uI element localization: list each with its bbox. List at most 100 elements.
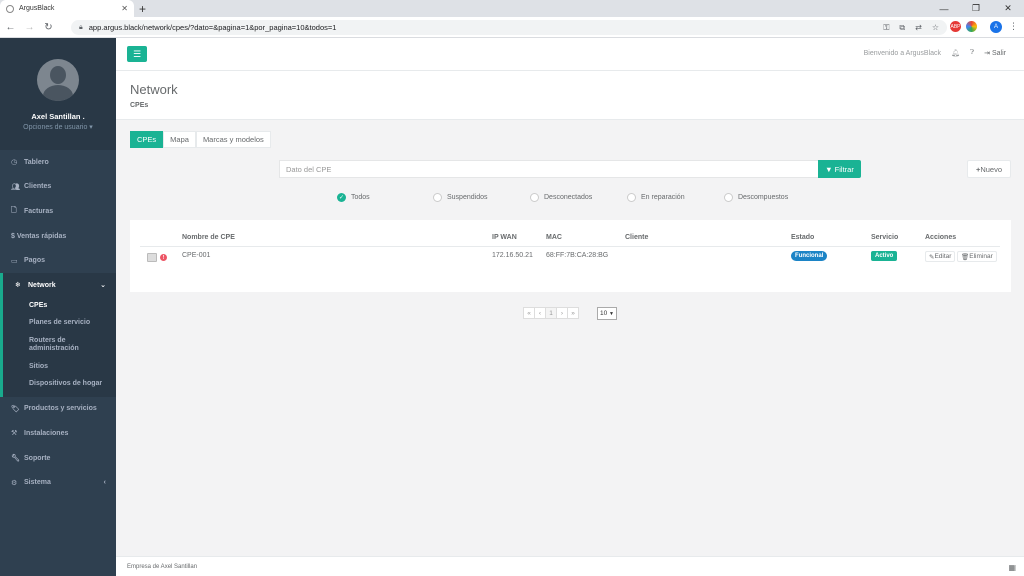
tab-mapa[interactable]: Mapa	[163, 131, 196, 148]
per-page-select[interactable]: 10 ▼	[597, 307, 617, 320]
sidebar-item-ventas-rapidas[interactable]: $ Ventas rápidas	[0, 224, 116, 249]
cpe-table: Nombre de CPE IP WAN MAC Cliente Estado …	[130, 220, 1011, 292]
sidebar-item-instalaciones[interactable]: ⚒ Instalaciones	[0, 421, 116, 446]
restore-icon[interactable]: ❐	[960, 0, 992, 17]
back-icon[interactable]: ←	[2, 22, 19, 33]
service-badge: Activo	[871, 251, 898, 261]
cell-cpe-name[interactable]: CPE-001	[182, 252, 210, 259]
logout-label: Salir	[991, 50, 1006, 57]
sidebar: Axel Santillan . Opciones de usuario ▾ ◷…	[0, 38, 116, 576]
welcome-text: Bienvenido a ArgusBlack	[863, 49, 942, 57]
footer: Empresa de Axel Santillan ▦	[116, 556, 1024, 576]
browser-menu-icon[interactable]: ⋮	[1009, 21, 1018, 32]
breadcrumb: CPEs	[130, 102, 149, 109]
sidebar-item-productos[interactable]: 🏷︎ Productos y servicios	[0, 397, 116, 422]
profile-avatar[interactable]: A	[990, 21, 1002, 33]
address-bar[interactable]: 🔒︎ app.argus.black/network/cpes/?dato=&p…	[71, 20, 947, 35]
status-badge: Funcional	[791, 251, 828, 261]
radio-label: Suspendidos	[447, 194, 488, 201]
column-header[interactable]: Cliente	[625, 234, 648, 241]
open-external-icon[interactable]: ⧉	[899, 23, 905, 33]
subnav-item-dispositivos[interactable]: Dispositivos de hogar	[3, 376, 116, 393]
calculator-icon[interactable]: ▦	[1008, 563, 1016, 572]
radio-label: En reparación	[641, 194, 685, 201]
dashboard-icon: ◷	[11, 159, 18, 167]
lock-icon: 🔒︎	[79, 23, 83, 31]
key-icon[interactable]: ⚿	[883, 23, 889, 33]
column-header[interactable]: IP WAN	[492, 234, 517, 241]
search-input[interactable]: Dato del CPE	[279, 160, 819, 178]
new-button-label: Nuevo	[980, 164, 1003, 174]
radio-todos[interactable]: ✓ Todos	[337, 193, 370, 202]
browser-tab[interactable]: ArgusBlack ✕	[0, 0, 134, 17]
hamburger-menu-button[interactable]: ☰	[127, 46, 147, 62]
sidebar-item-label: Soporte	[24, 454, 51, 462]
close-tab-icon[interactable]: ✕	[121, 4, 128, 13]
bookmark-star-icon[interactable]: ☆	[932, 23, 939, 33]
subnav-item-routers[interactable]: Routers de administración	[3, 332, 116, 359]
network-submenu: CPEs Planes de servicio Routers de admin…	[0, 297, 116, 397]
cell-mac: 68:FF:7B:CA:28:BG	[546, 252, 609, 259]
minimize-icon[interactable]: —	[928, 0, 960, 17]
alert-icon: !	[160, 254, 167, 261]
sidebar-item-network[interactable]: ❄ Network ⌄	[0, 272, 116, 298]
filter-button-label: Filtrar	[834, 164, 854, 174]
bell-icon[interactable]: 🔔︎	[951, 49, 960, 57]
reload-icon[interactable]: ↻	[40, 22, 57, 33]
extension-abp-icon[interactable]: ABP	[950, 21, 961, 32]
user-options-dropdown[interactable]: Opciones de usuario ▾	[0, 123, 116, 131]
caret-down-icon: ▼	[609, 310, 614, 317]
radio-en-reparacion[interactable]: En reparación	[627, 193, 685, 202]
column-header[interactable]: MAC	[546, 234, 562, 241]
radio-circle	[530, 193, 539, 202]
edit-button[interactable]: ✎ Editar	[925, 251, 956, 262]
pagination: « ‹ 1 › »	[523, 307, 579, 319]
chevron-down-icon: ⌄	[100, 282, 106, 290]
sidebar-item-tablero[interactable]: ◷ Tablero	[0, 150, 116, 175]
new-cpe-button[interactable]: + Nuevo	[967, 160, 1011, 178]
edit-label: Editar	[934, 253, 952, 260]
browser-toolbar: ← → ↻ 🔒︎ app.argus.black/network/cpes/?d…	[0, 17, 1024, 38]
table-divider	[140, 246, 1000, 247]
user-name: Axel Santillan .	[31, 112, 85, 121]
radio-desconectados[interactable]: Desconectados	[530, 193, 592, 202]
translate-icon[interactable]: ⇄	[915, 23, 922, 33]
close-window-icon[interactable]: ✕	[992, 0, 1024, 17]
sidebar-item-soporte[interactable]: 🔧︎ Soporte	[0, 446, 116, 471]
status-filter-radios: ✓ Todos Suspendidos Desconectados En repa…	[0, 193, 1024, 205]
page-heading: Network CPEs	[116, 71, 1024, 120]
tab-marcas-modelos[interactable]: Marcas y modelos	[195, 131, 271, 148]
new-tab-icon[interactable]: +	[139, 2, 146, 16]
subnav-item-sitios[interactable]: Sitios	[3, 359, 116, 376]
subnav-item-cpes[interactable]: CPEs	[3, 298, 116, 315]
favicon-icon	[6, 4, 14, 13]
footer-text: Empresa de Axel Santillan	[127, 564, 198, 570]
subnav-item-planes[interactable]: Planes de servicio	[3, 315, 116, 332]
radio-circle	[724, 193, 733, 202]
money-icon: ▭	[11, 257, 18, 265]
column-header[interactable]: Nombre de CPE	[182, 234, 235, 241]
tag-icon: 🏷︎	[11, 405, 20, 413]
sidebar-profile: Axel Santillan . Opciones de usuario ▾	[0, 38, 116, 150]
page-last-button[interactable]: »	[567, 307, 579, 319]
radio-suspendidos[interactable]: Suspendidos	[433, 193, 487, 202]
column-header[interactable]: Estado	[791, 234, 814, 241]
check-icon: ✓	[337, 193, 346, 202]
extension-color-icon[interactable]	[966, 21, 977, 32]
help-icon[interactable]: ❓︎	[970, 49, 974, 57]
sidebar-item-label: Network	[28, 281, 56, 289]
snowflake-icon: ❄	[15, 282, 21, 290]
per-page-value: 10	[600, 310, 608, 317]
radio-descompuestos[interactable]: Descompuestos	[724, 193, 788, 202]
forward-icon[interactable]: →	[21, 22, 38, 33]
sidebar-item-pagos[interactable]: ▭ Pagos	[0, 248, 116, 273]
delete-button[interactable]: 🗑︎ Eliminar	[957, 251, 997, 262]
sidebar-item-label: Sistema	[24, 479, 51, 487]
browser-tab-title: ArgusBlack	[19, 5, 55, 12]
sidebar-item-sistema[interactable]: ⚙ Sistema ‹	[0, 470, 116, 495]
logout-link[interactable]: ⇥ Salir	[984, 49, 1006, 57]
column-header[interactable]: Servicio	[871, 234, 898, 241]
filter-button[interactable]: ▼ Filtrar	[818, 160, 861, 178]
tab-cpes[interactable]: CPEs	[130, 131, 164, 148]
filter-icon: ▼	[825, 164, 833, 174]
